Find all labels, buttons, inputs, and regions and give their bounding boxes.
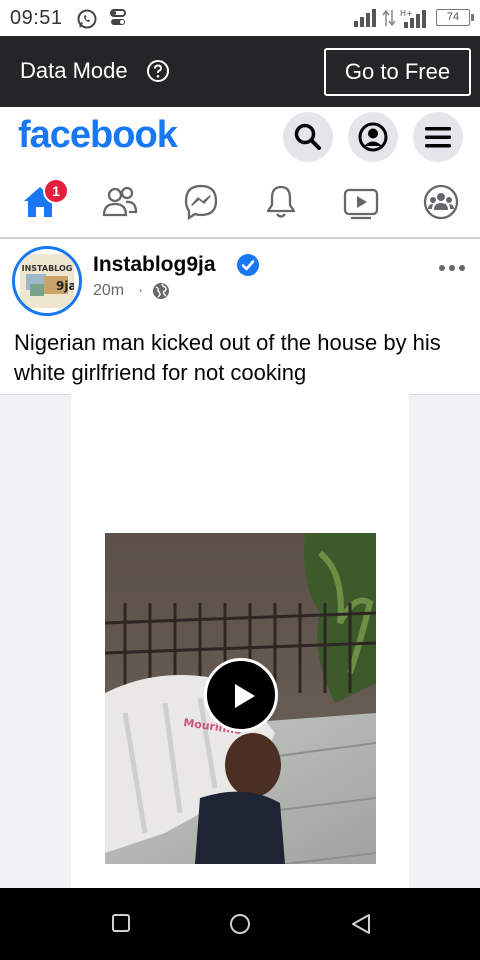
status-bar: 09:51 H+ 74 <box>0 0 480 36</box>
toggle-icon <box>110 9 126 25</box>
svg-text:INSTABLOG: INSTABLOG <box>22 264 73 273</box>
post-meta-separator: · <box>138 282 144 299</box>
tab-notifications[interactable] <box>261 182 301 222</box>
home-notification-badge: 1 <box>43 178 69 204</box>
menu-icon <box>425 127 451 148</box>
home-circle-icon[interactable] <box>228 912 252 936</box>
tab-watch[interactable] <box>341 182 381 222</box>
groups-icon <box>423 184 459 220</box>
more-options-icon[interactable] <box>436 256 468 280</box>
recents-square-icon[interactable] <box>110 912 132 934</box>
instablog-logo-image: INSTABLOG 9ja <box>20 254 77 308</box>
search-button[interactable] <box>283 112 333 162</box>
question-circle-icon[interactable] <box>146 59 170 83</box>
back-triangle-icon[interactable] <box>349 912 373 936</box>
battery-level: 74 <box>446 11 460 23</box>
signal-icon <box>354 9 376 27</box>
tab-messenger[interactable] <box>181 182 221 222</box>
go-to-free-button[interactable]: Go to Free <box>324 48 471 96</box>
verified-badge-icon <box>237 254 259 276</box>
bell-icon <box>266 185 296 218</box>
tab-friends[interactable] <box>100 182 140 222</box>
svg-text:9ja: 9ja <box>56 279 74 293</box>
facebook-logo[interactable]: facebook <box>18 114 178 157</box>
globe-icon <box>153 283 169 299</box>
play-icon <box>235 684 255 708</box>
tab-groups[interactable] <box>421 182 461 222</box>
friends-icon <box>102 186 138 217</box>
hplus-signal-icon: H+ <box>400 9 426 28</box>
android-navigation-bar <box>0 888 480 960</box>
svg-text:H+: H+ <box>400 9 413 18</box>
nav-divider <box>0 237 480 239</box>
menu-button[interactable] <box>413 112 463 162</box>
battery-icon: 74 <box>436 9 474 26</box>
status-time: 09:51 <box>10 7 63 29</box>
data-arrows-icon <box>382 9 396 27</box>
post-author-name[interactable]: Instablog9ja <box>93 253 216 277</box>
messenger-icon <box>184 184 218 221</box>
profile-button[interactable] <box>348 112 398 162</box>
play-button[interactable] <box>204 658 278 732</box>
author-avatar[interactable]: INSTABLOG 9ja <box>12 246 82 316</box>
profile-icon <box>358 122 388 152</box>
search-icon <box>294 123 321 150</box>
post-timestamp[interactable]: 20m <box>93 282 124 300</box>
avatar-logo: INSTABLOG 9ja <box>20 254 77 308</box>
whatsapp-icon <box>77 9 97 29</box>
post-text: Nigerian man kicked out of the house by … <box>14 330 441 385</box>
video-play-icon <box>343 188 379 220</box>
data-mode-label: Data Mode <box>20 58 128 83</box>
